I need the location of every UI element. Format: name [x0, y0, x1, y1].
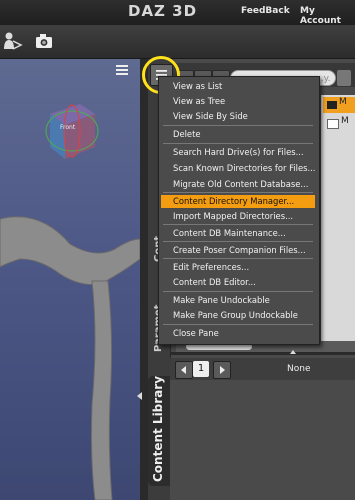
expand-arrow-icon[interactable] [290, 350, 296, 354]
menu-item-view-as-list[interactable]: View as List [161, 80, 315, 93]
folder-item[interactable]: M [323, 97, 355, 113]
preview-area [170, 380, 355, 500]
menu-item-close-pane[interactable]: Close Pane [161, 327, 315, 340]
page-number[interactable]: 1 [193, 361, 209, 377]
menu-separator [163, 224, 313, 225]
folder-icon [327, 101, 337, 109]
menu-item-make-pane-undockable[interactable]: Make Pane Undockable [161, 294, 315, 307]
collapse-arrow-icon[interactable] [137, 392, 142, 400]
filter-value[interactable]: None [287, 364, 310, 374]
pane-options-menu: View as List View as Tree View Side By S… [158, 76, 320, 345]
menu-item-view-as-tree[interactable]: View as Tree [161, 95, 315, 108]
menu-item-view-side-by-side[interactable]: View Side By Side [161, 110, 315, 123]
viewport-menu-icon[interactable] [116, 65, 128, 75]
figure-icon[interactable] [2, 31, 24, 51]
folder-label: M [341, 116, 349, 126]
menu-item-content-db-editor[interactable]: Content DB Editor... [161, 276, 315, 289]
side-tab-content-library[interactable]: Content Library [151, 376, 165, 482]
menu-separator [163, 241, 313, 242]
search-options-button[interactable] [337, 70, 351, 86]
menu-item-make-pane-group-undockable[interactable]: Make Pane Group Undockable [161, 309, 315, 322]
feedback-link[interactable]: FeedBack [241, 6, 290, 16]
view-cube [45, 104, 99, 159]
menu-separator [163, 324, 313, 325]
menu-item-create-poser-companion-files[interactable]: Create Poser Companion Files... [161, 244, 315, 257]
3d-viewport[interactable]: Front [0, 59, 140, 500]
prev-page-button[interactable] [175, 361, 193, 379]
menu-item-edit-preferences[interactable]: Edit Preferences... [161, 261, 315, 274]
menu-separator [163, 143, 313, 144]
menu-item-search-hard-drives[interactable]: Search Hard Drive(s) for Files... [161, 146, 315, 159]
my-account-link[interactable]: My Account [300, 6, 355, 26]
next-page-button[interactable] [213, 361, 231, 379]
menu-separator [163, 258, 313, 259]
menu-item-content-directory-manager[interactable]: Content Directory Manager... [161, 195, 315, 208]
folder-item[interactable]: M [323, 116, 355, 132]
menu-item-scan-known-directories[interactable]: Scan Known Directories for Files... [161, 162, 315, 175]
folder-icon [327, 119, 339, 129]
pane-split-handle[interactable] [170, 352, 355, 355]
view-cube-label: Front [60, 124, 76, 131]
file-list [321, 95, 355, 345]
menu-separator [163, 125, 313, 126]
menu-item-import-mapped-directories[interactable]: Import Mapped Directories... [161, 210, 315, 223]
folder-label: M [339, 97, 347, 107]
menu-separator [163, 192, 313, 193]
camera-icon[interactable] [34, 31, 56, 51]
menu-item-content-db-maintenance[interactable]: Content DB Maintenance... [161, 227, 315, 240]
pane-splitter[interactable] [140, 59, 148, 500]
daz3d-logo[interactable]: DAZ 3D [128, 2, 197, 20]
menu-item-migrate-old-content-db[interactable]: Migrate Old Content Database... [161, 178, 315, 191]
menu-separator [163, 291, 313, 292]
menu-item-delete[interactable]: Delete [161, 128, 315, 141]
